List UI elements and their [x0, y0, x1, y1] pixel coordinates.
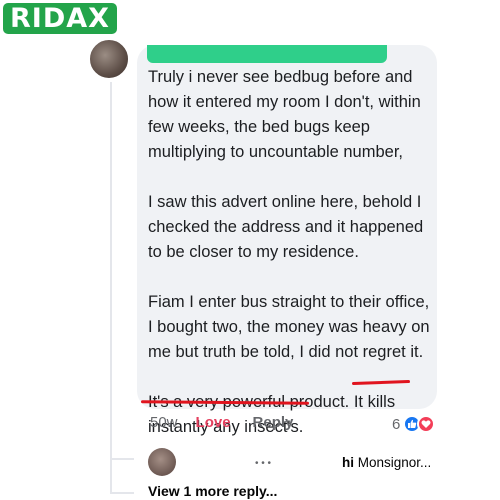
comment-timestamp[interactable]: 50w: [150, 414, 178, 431]
comment-paragraph: Truly i never see bedbug before and how …: [148, 68, 421, 161]
reply-button[interactable]: Reply: [253, 414, 294, 431]
thread-branch: [110, 492, 134, 494]
thread-line: [110, 82, 112, 494]
reply-preview-text: Monsignor...: [357, 455, 432, 470]
reply-author-name[interactable]: • • •: [255, 458, 271, 469]
thread-branch: [110, 458, 134, 460]
comment-actions: 50w Love Reply: [150, 414, 293, 431]
reply-avatar[interactable]: [148, 448, 176, 476]
commenter-avatar[interactable]: [88, 38, 130, 80]
brand-logo-text: RIDAX: [10, 3, 110, 34]
reply-preview[interactable]: hi Monsignor...: [342, 455, 431, 470]
comment-body: Truly i never see bedbug before and how …: [148, 65, 438, 440]
comment-paragraph: Fiam I enter bus straight to their offic…: [148, 293, 430, 361]
commenter-name-highlight: [147, 45, 387, 63]
view-more-replies-link[interactable]: View 1 more reply...: [148, 483, 277, 499]
brand-logo: RIDAX: [3, 3, 117, 34]
reply-preview-bold: hi: [342, 455, 354, 470]
heart-icon: [417, 415, 436, 433]
comment-paragraph: I saw this advert online here, behold I …: [148, 193, 424, 261]
reaction-summary[interactable]: 6: [392, 414, 436, 434]
love-button[interactable]: Love: [196, 414, 231, 431]
reaction-count: 6: [392, 415, 401, 433]
